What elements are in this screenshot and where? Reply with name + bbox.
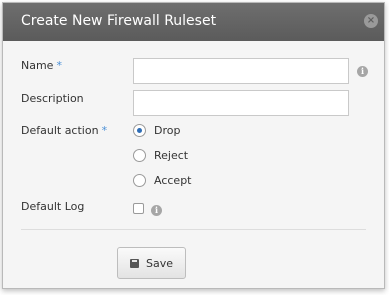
default-action-label-text: Default action — [21, 124, 99, 137]
firewall-ruleset-dialog: Create New Firewall Ruleset × Name * i De… — [2, 2, 385, 289]
save-button-label: Save — [146, 257, 174, 270]
radio-accept[interactable] — [133, 174, 146, 187]
default-action-required-marker: * — [101, 124, 108, 137]
info-icon[interactable]: i — [357, 66, 368, 77]
default-action-label: Default action * — [21, 124, 107, 137]
name-label: Name * — [21, 59, 62, 72]
default-log-label: Default Log — [21, 200, 85, 213]
description-label: Description — [21, 92, 84, 105]
description-input[interactable] — [133, 90, 349, 116]
save-button[interactable]: Save — [117, 247, 186, 279]
radio-drop[interactable] — [133, 124, 146, 137]
radio-label-reject: Reject — [154, 149, 189, 162]
dialog-titlebar: Create New Firewall Ruleset × — [3, 3, 384, 41]
radio-selected-dot — [137, 128, 142, 133]
radio-label-drop: Drop — [154, 124, 181, 137]
form-divider — [21, 229, 366, 230]
dialog-title: Create New Firewall Ruleset — [21, 13, 217, 29]
name-label-text: Name — [21, 59, 54, 72]
close-icon[interactable]: × — [364, 14, 378, 28]
radio-reject[interactable] — [133, 149, 146, 162]
name-required-marker: * — [56, 59, 62, 72]
name-input[interactable] — [133, 58, 349, 84]
radio-label-accept: Accept — [154, 174, 192, 187]
info-icon[interactable]: i — [151, 205, 162, 216]
default-log-checkbox[interactable] — [133, 203, 144, 214]
floppy-disk-icon — [130, 259, 139, 268]
